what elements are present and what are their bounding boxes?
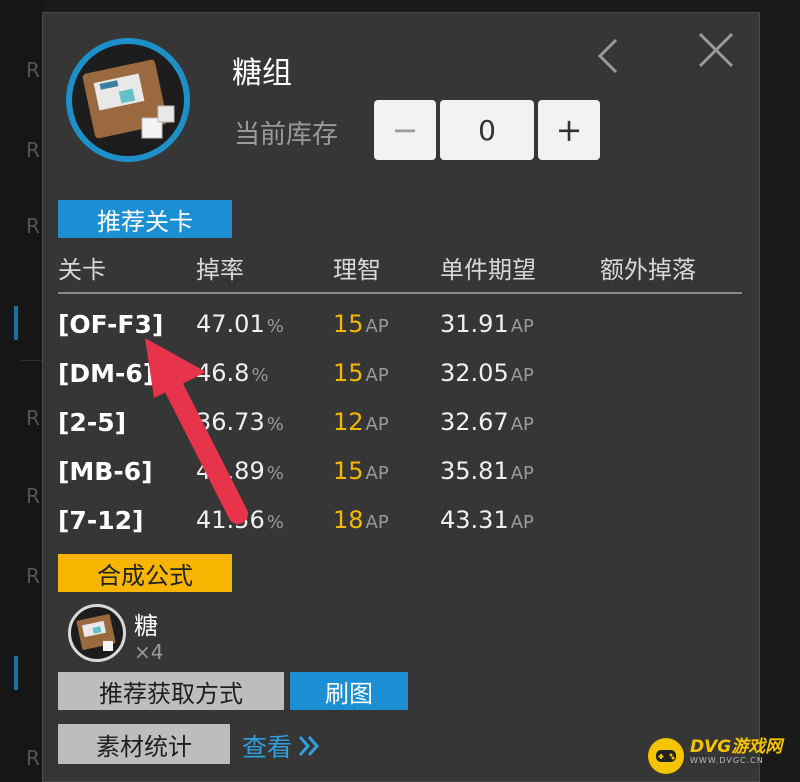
background-text: R: [26, 58, 40, 82]
gamepad-logo-icon: [648, 738, 684, 774]
decrease-button[interactable]: −: [374, 100, 436, 160]
recommended-stages-tag: 推荐关卡: [58, 200, 232, 238]
stage-code[interactable]: [DM-6]: [58, 359, 154, 388]
recommended-source-button[interactable]: 推荐获取方式: [58, 672, 284, 710]
background-text: R: [26, 138, 40, 162]
double-chevron-right-icon: [298, 736, 320, 756]
stock-label: 当前库存: [234, 120, 339, 150]
sanity-cost: 15 AP: [333, 310, 389, 338]
background-text: R: [26, 746, 40, 770]
expected-cost: 32.67 AP: [440, 408, 534, 436]
sanity-cost: 15 AP: [333, 359, 389, 387]
expected-cost: 43.31 AP: [440, 506, 534, 534]
sanity-cost: 12 AP: [333, 408, 389, 436]
column-header-drop-rate: 掉率: [196, 256, 244, 284]
column-header-sanity: 理智: [333, 256, 381, 284]
table-row[interactable]: [DM-6] 46.8% 15 AP 32.05 AP: [0, 359, 800, 405]
table-row[interactable]: [2-5] 36.73% 12 AP 32.67 AP: [0, 408, 800, 454]
back-icon[interactable]: [588, 34, 632, 78]
increase-button[interactable]: +: [538, 100, 600, 160]
sanity-cost: 18 AP: [333, 506, 389, 534]
farm-stage-button[interactable]: 刷图: [290, 672, 408, 710]
expected-cost: 31.91 AP: [440, 310, 534, 338]
stage-code[interactable]: [MB-6]: [58, 457, 153, 486]
watermark-title: DVG游戏网: [690, 737, 783, 757]
background-accent: [14, 656, 18, 690]
drop-rate: 47.01%: [196, 310, 284, 338]
table-row[interactable]: [MB-6] 41.89% 15 AP 35.81 AP: [0, 457, 800, 503]
stock-quantity-field[interactable]: 0: [440, 100, 534, 160]
material-count: ×4: [134, 640, 164, 664]
background-text: R: [26, 564, 40, 588]
header-divider: [58, 292, 742, 294]
expected-cost: 35.81 AP: [440, 457, 534, 485]
material-stats-button[interactable]: 素材统计: [58, 724, 230, 764]
stage-code[interactable]: [OF-F3]: [58, 310, 163, 339]
stage-code[interactable]: [2-5]: [58, 408, 126, 437]
sanity-cost: 15 AP: [333, 457, 389, 485]
stage-code[interactable]: [7-12]: [58, 506, 143, 535]
view-link-label: 查看: [242, 733, 293, 762]
drop-rate: 46.8%: [196, 359, 269, 387]
expected-cost: 32.05 AP: [440, 359, 534, 387]
sugar-material-icon[interactable]: [68, 604, 126, 662]
material-name: 糖: [134, 612, 158, 640]
drop-rate: 41.56%: [196, 506, 284, 534]
site-watermark: DVG游戏网 WWW.DVGC.CN: [648, 738, 794, 778]
synthesis-formula-tag: 合成公式: [58, 554, 232, 592]
table-row[interactable]: [7-12] 41.56% 18 AP 43.31 AP: [0, 506, 800, 552]
watermark-url: WWW.DVGC.CN: [690, 756, 764, 765]
drop-rate: 41.89%: [196, 457, 284, 485]
sugar-pack-icon: [66, 38, 190, 162]
table-row[interactable]: [OF-F3] 47.01% 15 AP 31.91 AP: [0, 310, 800, 356]
item-name: 糖组: [232, 56, 292, 91]
drop-rate: 36.73%: [196, 408, 284, 436]
column-header-stage: 关卡: [58, 256, 106, 284]
close-icon[interactable]: [694, 28, 738, 72]
view-link[interactable]: 查看: [242, 728, 322, 764]
background-text: R: [26, 214, 40, 238]
column-header-expectation: 单件期望: [440, 256, 536, 284]
column-header-extra-drop: 额外掉落: [600, 256, 696, 284]
